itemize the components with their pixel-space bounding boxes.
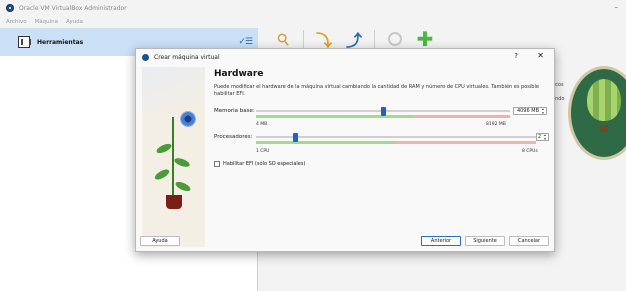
memory-slider[interactable] [256, 107, 510, 118]
cancel-button[interactable]: Cancelar [509, 236, 549, 246]
cpu-label: Procesadores: [214, 134, 253, 140]
list-menu-icon[interactable]: ✓☰ [238, 37, 253, 47]
cpu-min-label: 1 CPU [256, 149, 270, 154]
flower-icon [180, 111, 196, 127]
dialog-title-bar: Crear máquina virtual ? ✕ [136, 49, 554, 65]
menu-ayuda[interactable]: Ayuda [66, 19, 83, 25]
menu-maquina[interactable]: Máquina [35, 19, 58, 25]
memory-spinbox[interactable]: 4096 MB [513, 107, 547, 115]
menu-bar: Archivo Máquina Ayuda [0, 16, 626, 27]
page-title: Hardware [214, 69, 264, 79]
close-icon[interactable]: ✕ [537, 51, 544, 60]
toolbar-separator [303, 30, 304, 48]
gray-circle-icon[interactable] [385, 29, 405, 49]
efi-checkbox[interactable] [214, 161, 220, 167]
tools-label: Herramientas [37, 38, 84, 46]
next-button[interactable]: Siguiente [465, 236, 505, 246]
memory-max-label: 8192 MB [486, 122, 506, 127]
dialog-title: Crear máquina virtual [154, 53, 220, 61]
toolbar-separator [374, 30, 375, 48]
balloon-basket [600, 125, 608, 132]
app-title-bar: Oracle VM VirtualBox Administrador – [0, 0, 626, 16]
cpu-spinbox[interactable]: 2 [536, 133, 549, 141]
add-plus-icon[interactable]: ✚ [415, 27, 435, 51]
memory-slider-thumb[interactable] [381, 107, 386, 116]
menu-archivo[interactable]: Archivo [6, 19, 27, 25]
tools-icon [18, 36, 31, 48]
app-title: Oracle VM VirtualBox Administrador [19, 4, 127, 12]
page-description: Puede modificar el hardware de la máquin… [214, 84, 539, 97]
efi-label: Habilitar EFI (sólo SO especiales) [223, 161, 306, 167]
help-icon[interactable]: ? [514, 52, 518, 60]
hardware-page: Hardware Puede modificar el hardware de … [214, 69, 550, 98]
import-icon[interactable]: ⤵ [314, 29, 334, 50]
balloon-shape [587, 79, 621, 121]
cpu-max-label: 8 CPUs [522, 149, 538, 154]
memory-min-label: 4 MB [256, 122, 268, 127]
virtualbox-app-icon [6, 4, 14, 12]
export-icon[interactable]: ⤴ [344, 29, 364, 50]
virtualbox-icon [142, 53, 149, 61]
create-vm-dialog: Crear máquina virtual ? ✕ Hardware Puede… [135, 48, 555, 252]
cpu-slider-thumb[interactable] [293, 133, 299, 142]
flower-pot [166, 195, 182, 209]
memory-label: Memoria base: [214, 108, 255, 114]
plant-illustration [142, 67, 205, 247]
minimize-button[interactable]: – [615, 3, 619, 11]
efi-checkbox-row[interactable]: Habilitar EFI (sólo SO especiales) [214, 161, 305, 167]
help-button[interactable]: Ayuda [140, 236, 180, 246]
toolbar: ⚲ ⤵ ⤴ ✚ [272, 27, 435, 51]
cpu-slider[interactable] [256, 133, 536, 144]
back-button[interactable]: Anterior [421, 236, 461, 246]
